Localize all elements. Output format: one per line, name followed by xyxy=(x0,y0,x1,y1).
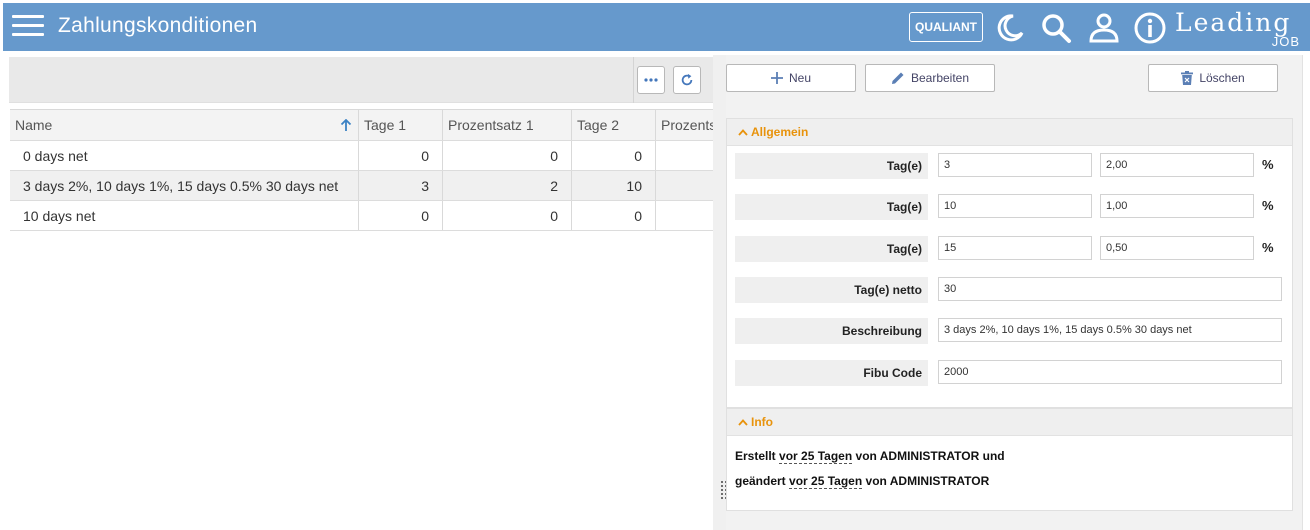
cell-tage2: 0 xyxy=(572,201,656,230)
column-header-prozentsatz2[interactable]: Prozents xyxy=(656,110,713,140)
cell-tage1: 3 xyxy=(359,171,443,200)
more-button[interactable] xyxy=(637,66,665,94)
label-beschreibung: Beschreibung xyxy=(735,318,928,344)
cell-name: 3 days 2%, 10 days 1%, 15 days 0.5% 30 d… xyxy=(10,171,359,200)
column-header-prozentsatz1[interactable]: Prozentsatz 1 xyxy=(443,110,572,140)
list-panel: Name Tage 1 Prozentsatz 1 Tage 2 Prozent… xyxy=(7,55,713,530)
scrollbar-track[interactable] xyxy=(1302,55,1310,530)
panel-splitter[interactable] xyxy=(713,55,727,530)
pencil-icon xyxy=(891,72,904,84)
detail-toolbar: Neu Bearbeiten Löschen xyxy=(726,55,1302,101)
search-icon[interactable] xyxy=(1039,11,1073,45)
more-dots-icon xyxy=(644,78,658,82)
cell-tage2: 10 xyxy=(572,171,656,200)
detail-panel: Neu Bearbeiten Löschen Allgemein Tag(e) … xyxy=(726,55,1302,530)
days-input-1[interactable]: 3 xyxy=(938,153,1092,177)
netto-row: Tag(e) netto 30 xyxy=(735,277,1283,303)
info-icon[interactable] xyxy=(1133,11,1167,45)
plus-icon xyxy=(770,72,783,84)
list-toolbar xyxy=(9,57,713,103)
menu-icon[interactable] xyxy=(12,15,44,39)
refresh-icon xyxy=(681,73,693,86)
days-input-2[interactable]: 10 xyxy=(938,194,1092,218)
leading-job-logo: Leading JOB xyxy=(1175,8,1300,49)
table-row[interactable]: 0 days net 0 0 0 xyxy=(10,141,713,171)
chevron-up-icon xyxy=(738,418,748,426)
new-button[interactable]: Neu xyxy=(726,64,856,92)
percent-input-3[interactable]: 0,50 xyxy=(1100,236,1254,260)
refresh-button[interactable] xyxy=(673,66,701,94)
cell-name: 10 days net xyxy=(10,201,359,230)
conditions-table: Name Tage 1 Prozentsatz 1 Tage 2 Prozent… xyxy=(10,109,713,231)
fibu-row: Fibu Code 2000 xyxy=(735,360,1283,386)
trash-icon xyxy=(1181,71,1194,85)
created-time[interactable]: vor 25 Tagen xyxy=(779,449,853,464)
moon-icon[interactable] xyxy=(993,11,1027,45)
table-row-selected[interactable]: 3 days 2%, 10 days 1%, 15 days 0.5% 30 d… xyxy=(10,171,713,201)
table-row[interactable]: 10 days net 0 0 0 xyxy=(10,201,713,231)
cell-prozent1: 0 xyxy=(443,141,572,170)
user-icon[interactable] xyxy=(1087,11,1121,45)
page-title: Zahlungskonditionen xyxy=(58,14,258,37)
qualiant-button[interactable]: QUALIANT xyxy=(909,12,983,42)
table-header: Name Tage 1 Prozentsatz 1 Tage 2 Prozent… xyxy=(10,110,713,141)
section-header-info[interactable]: Info xyxy=(727,409,1292,436)
sort-ascending-icon[interactable] xyxy=(340,119,352,132)
discount-row-2: Tag(e) 10 1,00 % xyxy=(735,194,1283,220)
delete-button[interactable]: Löschen xyxy=(1148,64,1278,92)
created-info: Erstellt vor 25 Tagen von ADMINISTRATOR … xyxy=(735,449,1005,464)
top-bar: Zahlungskonditionen QUALIANT Leading JOB xyxy=(3,3,1310,51)
label-tage: Tag(e) xyxy=(735,236,928,262)
cell-prozent2 xyxy=(656,171,713,200)
section-header-allgemein[interactable]: Allgemein xyxy=(727,119,1292,146)
modified-info: geändert vor 25 Tagen von ADMINISTRATOR xyxy=(735,474,990,489)
cell-tage2: 0 xyxy=(572,141,656,170)
percent-input-2[interactable]: 1,00 xyxy=(1100,194,1254,218)
column-header-name[interactable]: Name xyxy=(10,110,359,140)
edit-button[interactable]: Bearbeiten xyxy=(865,64,995,92)
column-header-tage2[interactable]: Tage 2 xyxy=(572,110,656,140)
discount-row-3: Tag(e) 15 0,50 % xyxy=(735,236,1283,262)
chevron-up-icon xyxy=(738,128,748,136)
beschreibung-row: Beschreibung 3 days 2%, 10 days 1%, 15 d… xyxy=(735,318,1283,344)
cell-prozent2 xyxy=(656,201,713,230)
percent-unit: % xyxy=(1262,157,1274,172)
column-header-tage1[interactable]: Tage 1 xyxy=(359,110,443,140)
cell-prozent2 xyxy=(656,141,713,170)
modified-time[interactable]: vor 25 Tagen xyxy=(789,474,863,489)
toolbar-divider xyxy=(633,57,634,103)
cell-name: 0 days net xyxy=(10,141,359,170)
cell-prozent1: 2 xyxy=(443,171,572,200)
cell-prozent1: 0 xyxy=(443,201,572,230)
percent-input-1[interactable]: 2,00 xyxy=(1100,153,1254,177)
beschreibung-input[interactable]: 3 days 2%, 10 days 1%, 15 days 0.5% 30 d… xyxy=(938,318,1282,342)
label-tage: Tag(e) xyxy=(735,153,928,179)
discount-row-1: Tag(e) 3 2,00 % xyxy=(735,153,1283,179)
cell-tage1: 0 xyxy=(359,201,443,230)
cell-tage1: 0 xyxy=(359,141,443,170)
percent-unit: % xyxy=(1262,240,1274,255)
days-input-3[interactable]: 15 xyxy=(938,236,1092,260)
label-tage: Tag(e) xyxy=(735,194,928,220)
percent-unit: % xyxy=(1262,198,1274,213)
section-info: Info Erstellt vor 25 Tagen von ADMINISTR… xyxy=(726,408,1293,511)
label-tage-netto: Tag(e) netto xyxy=(735,277,928,303)
netto-days-input[interactable]: 30 xyxy=(938,277,1282,301)
label-fibu-code: Fibu Code xyxy=(735,360,928,386)
fibu-code-input[interactable]: 2000 xyxy=(938,360,1282,384)
section-allgemein: Allgemein Tag(e) 3 2,00 % Tag(e) 10 1,00… xyxy=(726,118,1293,408)
